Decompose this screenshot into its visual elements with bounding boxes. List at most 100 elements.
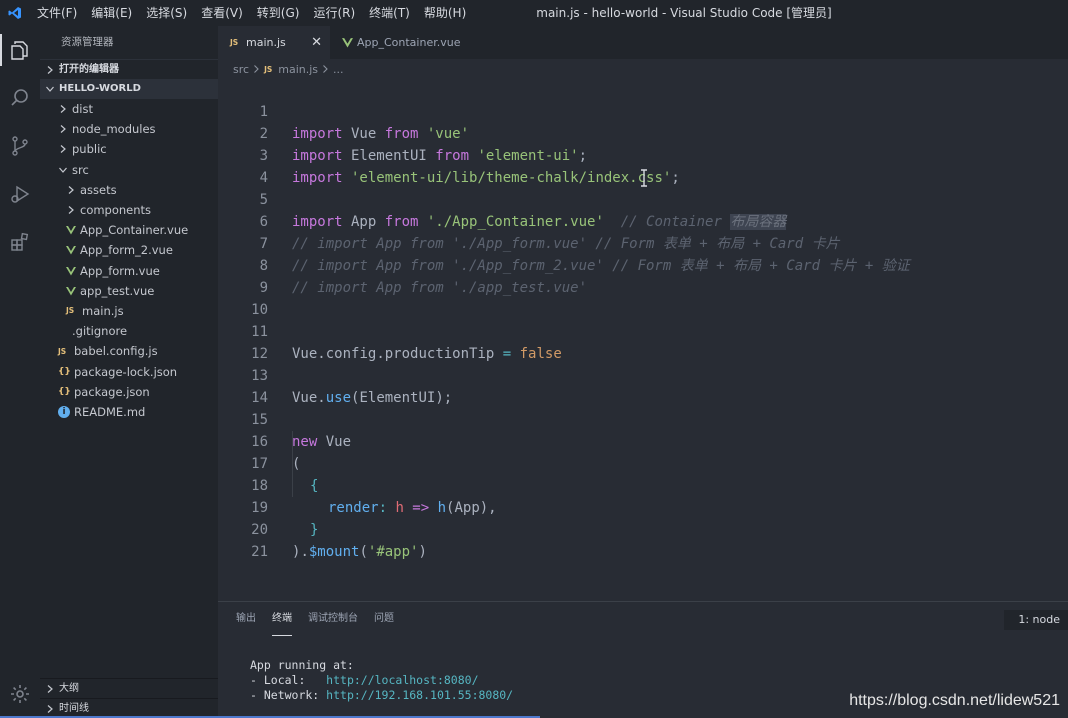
bottom-panel: 输出 终端 调试控制台 问题 1: node App running at: -…: [218, 601, 1068, 718]
chevron-right-icon: [65, 204, 77, 216]
project-section[interactable]: HELLO-WORLD: [40, 79, 218, 99]
token: }: [310, 522, 319, 538]
local-url-link[interactable]: http://localhost:8080/: [326, 673, 478, 687]
tab-debug-console[interactable]: 调试控制台: [308, 602, 358, 636]
tree-item-assets[interactable]: assets: [40, 180, 218, 200]
outline-section[interactable]: 大纲: [40, 678, 218, 698]
token: ;: [578, 148, 588, 164]
token: =: [494, 346, 520, 362]
chevron-right-icon: [57, 123, 69, 135]
tree-item-app-container[interactable]: App_Container.vue: [40, 220, 218, 240]
open-editors-section[interactable]: 打开的编辑器: [40, 59, 218, 79]
comment: // import App from './App_form.vue' // F…: [292, 236, 840, 252]
tree-item-components[interactable]: components: [40, 200, 218, 220]
code-line: 10: [218, 277, 268, 318]
activity-bar: [0, 26, 40, 718]
comment: // import App from './App_form_2.vue' //…: [292, 258, 910, 274]
panel-tabs: 输出 终端 调试控制台 问题: [218, 602, 1068, 636]
menu-view[interactable]: 查看(V): [194, 0, 250, 26]
tab-output[interactable]: 输出: [236, 602, 256, 636]
menu-go[interactable]: 转到(G): [250, 0, 307, 26]
token: (App),: [446, 500, 497, 516]
explorer-icon[interactable]: [0, 26, 40, 74]
token: =>: [403, 500, 438, 516]
tree-item-gitignore[interactable]: .gitignore: [40, 321, 218, 341]
code-line: 6 // import App from './App_form.vue' //…: [218, 189, 840, 252]
menu-help[interactable]: 帮助(H): [417, 0, 473, 26]
source-control-icon[interactable]: [0, 122, 40, 170]
code-editor[interactable]: 1 import Vue from 'vue' 2 import Element…: [218, 79, 1068, 601]
terminal-select[interactable]: 1: node: [1004, 610, 1068, 630]
menu-selection[interactable]: 选择(S): [139, 0, 194, 26]
close-icon[interactable]: ✕: [311, 35, 322, 50]
vue-file-icon: [342, 38, 353, 48]
chevron-down-icon: [57, 164, 69, 176]
token: '#app': [367, 544, 419, 560]
tab-app-container[interactable]: App_Container.vue: [330, 26, 472, 59]
tree-item-main-js[interactable]: JS main.js: [40, 301, 218, 321]
tree-item-label: package.json: [74, 384, 150, 399]
tab-terminal[interactable]: 终端: [272, 602, 292, 636]
title-bar: 文件(F) 编辑(E) 选择(S) 查看(V) 转到(G) 运行(R) 终端(T…: [0, 0, 1068, 26]
tree-item-babel-config[interactable]: JS babel.config.js: [40, 341, 218, 361]
watermark: https://blog.csdn.net/lidew521: [849, 692, 1060, 709]
tree-item-label: .gitignore: [72, 324, 128, 339]
timeline-section[interactable]: 时间线: [40, 698, 218, 718]
token: new: [292, 434, 318, 450]
terminal-label: - Local:: [250, 673, 327, 687]
code-line: 13 Vue.use(ElementUI);: [218, 343, 452, 406]
breadcrumb-more[interactable]: ...: [333, 63, 344, 76]
tree-item-package-lock[interactable]: {} package-lock.json: [40, 361, 218, 381]
breadcrumb-file[interactable]: main.js: [278, 63, 318, 76]
menu-edit[interactable]: 编辑(E): [84, 0, 139, 26]
terminal-label: - Network:: [250, 688, 327, 702]
tree-item-dist[interactable]: dist: [40, 99, 218, 119]
code-line: 3 import 'element-ui/lib/theme-chalk/ind…: [218, 123, 680, 186]
tree-item-readme[interactable]: i README.md: [40, 402, 218, 422]
code-line: 4: [218, 145, 268, 186]
vue-file-icon: [66, 246, 76, 255]
tree-item-app-form[interactable]: App_form.vue: [40, 261, 218, 281]
breadcrumb-folder[interactable]: src: [233, 63, 249, 76]
token: h: [437, 500, 447, 516]
tree-item-app-form-2[interactable]: App_form_2.vue: [40, 240, 218, 260]
menu-terminal[interactable]: 终端(T): [362, 0, 417, 26]
chevron-right-icon: [44, 703, 56, 715]
tab-problems[interactable]: 问题: [374, 602, 394, 636]
tab-main-js[interactable]: JS main.js ✕: [218, 26, 330, 59]
menu-run[interactable]: 运行(R): [306, 0, 362, 26]
token: (: [359, 544, 368, 560]
network-url-link[interactable]: http://192.168.101.55:8080/: [326, 688, 513, 702]
tree-item-package-json[interactable]: {} package.json: [40, 382, 218, 402]
code-line: 5 import App from './App_Container.vue' …: [218, 167, 787, 230]
tree-item-label: App_Container.vue: [80, 223, 189, 238]
run-debug-icon[interactable]: [0, 170, 40, 218]
tree-item-label: main.js: [82, 303, 124, 318]
token: ElementUI: [342, 148, 436, 164]
code-line: 18 render: h => h(App),: [218, 453, 496, 516]
tree-item-public[interactable]: public: [40, 139, 218, 159]
token: // Container: [603, 214, 731, 230]
code-line: 1 import Vue from 'vue': [218, 79, 469, 142]
token: Vue: [292, 346, 318, 362]
vue-file-icon: [66, 266, 76, 276]
token: 'vue': [418, 126, 470, 142]
token: App: [342, 214, 385, 230]
chevron-right-icon: [253, 63, 260, 76]
tree-item-src[interactable]: src: [40, 160, 218, 180]
code-line: 17 {: [218, 431, 318, 494]
token: render: [328, 500, 379, 516]
extensions-icon[interactable]: [0, 218, 40, 266]
settings-gear-icon[interactable]: [0, 670, 40, 718]
tree-item-app-test[interactable]: app_test.vue: [40, 281, 218, 301]
json-file-icon: {}: [58, 366, 71, 377]
tree-item-node-modules[interactable]: node_modules: [40, 119, 218, 139]
search-icon[interactable]: [0, 74, 40, 122]
tree-item-label: node_modules: [72, 122, 156, 137]
token: h: [395, 500, 404, 516]
project-label: HELLO-WORLD: [59, 83, 141, 94]
menu-file[interactable]: 文件(F): [30, 0, 84, 26]
token: 'element-ui': [469, 148, 579, 164]
token: from: [435, 148, 470, 164]
sidebar-title: 资源管理器: [61, 36, 114, 48]
